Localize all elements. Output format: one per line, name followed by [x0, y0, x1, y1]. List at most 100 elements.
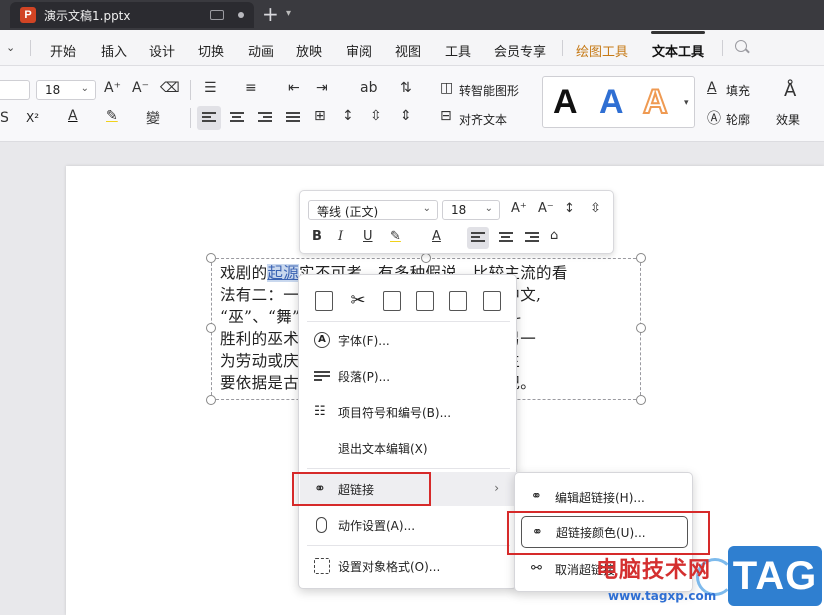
outdent-icon[interactable]: ⇤ — [288, 80, 300, 96]
context-menu: ✂ A 字体(F)... 段落(P)... ☷ 项目符号和编号(B)... 退出… — [298, 274, 517, 589]
bold-icon[interactable]: B — [312, 229, 322, 244]
text-direction-icon[interactable]: ab — [360, 80, 377, 96]
clipboard-icon-row: ✂ — [299, 283, 518, 323]
text-effect-label[interactable]: 效果 — [776, 111, 800, 128]
divider — [30, 40, 31, 56]
increase-font-icon[interactable]: A⁺ — [104, 80, 121, 96]
decrease-font-icon[interactable]: A⁻ — [538, 201, 554, 216]
text-fill-label[interactable]: 填充 — [726, 82, 750, 99]
copy-icon[interactable] — [315, 291, 333, 311]
menu-edit-hyperlink[interactable]: ⚭ 编辑超链接(H)... — [521, 481, 688, 513]
paste-text-only-icon[interactable] — [449, 291, 467, 311]
menu-membership[interactable]: 会员专享 — [494, 41, 546, 60]
resize-handle[interactable] — [206, 253, 216, 263]
watermark-site-name: 电脑技术网 — [596, 558, 712, 583]
sort-icon[interactable]: ⇅ — [400, 80, 412, 96]
chevron-down-icon[interactable]: ⌄ — [6, 41, 15, 54]
highlight-icon[interactable]: ✎ — [390, 229, 401, 244]
divider — [722, 40, 723, 56]
phonetic-icon[interactable]: 變 — [146, 108, 160, 128]
columns-icon[interactable]: ⊞ — [314, 108, 326, 124]
text-outline-label[interactable]: 轮廓 — [726, 111, 750, 128]
menu-slideshow[interactable]: 放映 — [296, 41, 322, 60]
font-size-select[interactable]: 18 ⌄ — [36, 80, 96, 100]
menu-bullets[interactable]: ☷ 项目符号和编号(B)... — [300, 395, 517, 429]
align-right-icon[interactable] — [525, 232, 539, 244]
menu-paragraph[interactable]: 段落(P)... — [300, 359, 517, 393]
text-style-orange-outline[interactable]: A — [642, 82, 669, 122]
indent-icon[interactable]: ⇥ — [316, 80, 328, 96]
paragraph-spacing-icon[interactable]: ⇳ — [370, 108, 382, 124]
annotation-box-hyperlink — [292, 472, 431, 506]
chevron-down-icon[interactable]: ▾ — [684, 98, 689, 108]
resize-handle[interactable] — [636, 253, 646, 263]
align-text-icon[interactable]: ⊟ — [440, 108, 452, 124]
menu-font[interactable]: A 字体(F)... — [300, 323, 517, 357]
highlight-icon[interactable]: ✎ — [106, 108, 118, 124]
align-right-icon[interactable] — [258, 112, 272, 124]
italic-icon[interactable]: I — [338, 229, 343, 244]
resize-handle[interactable] — [206, 395, 216, 405]
text-fill-icon[interactable]: A — [707, 80, 717, 96]
justify-icon[interactable] — [286, 112, 300, 124]
smart-shape-icon[interactable]: ◫ — [440, 80, 453, 96]
search-icon[interactable] — [735, 40, 747, 52]
increase-font-icon[interactable]: A⁺ — [511, 201, 527, 216]
align-left-button[interactable] — [197, 106, 221, 130]
menu-home[interactable]: 开始 — [50, 41, 76, 60]
numbered-list-icon[interactable]: ≡ — [245, 80, 257, 96]
menu-exit-edit[interactable]: 退出文本编辑(X) — [300, 431, 517, 465]
menu-tools[interactable]: 工具 — [445, 41, 471, 60]
text-outline-icon[interactable]: Ⓐ — [707, 108, 721, 128]
font-color-icon[interactable]: A — [432, 229, 441, 244]
resize-handle[interactable] — [636, 323, 646, 333]
menu-review[interactable]: 审阅 — [346, 41, 372, 60]
paste-icon[interactable] — [383, 291, 401, 311]
resize-handle[interactable] — [206, 323, 216, 333]
paste-special-icon[interactable] — [483, 291, 501, 311]
chevron-down-icon: ⌄ — [484, 203, 493, 214]
menu-action-settings[interactable]: 动作设置(A)... — [300, 508, 517, 542]
new-tab-button[interactable]: + — [262, 4, 279, 24]
paragraph-spacing-icon[interactable]: ⇳ — [590, 201, 601, 216]
text-effect-icon[interactable]: Å — [784, 80, 796, 101]
chevron-down-icon[interactable]: ▾ — [286, 8, 291, 19]
resize-handle[interactable] — [636, 395, 646, 405]
line-spacing-icon[interactable]: ↕ — [564, 201, 575, 216]
decrease-font-icon[interactable]: A⁻ — [132, 80, 149, 96]
text-style-blue[interactable]: A — [599, 83, 624, 121]
text-style-gallery: A A A — [542, 76, 695, 128]
strikethrough-icon[interactable]: S — [0, 110, 9, 126]
font-color-icon[interactable]: A — [68, 108, 78, 124]
clear-format-icon[interactable]: ⌂ — [550, 228, 558, 243]
align-left-button[interactable] — [467, 227, 489, 249]
align-center-icon[interactable] — [230, 112, 244, 124]
menu-text-tools[interactable]: 文本工具 — [652, 41, 704, 60]
font-name-select[interactable] — [0, 80, 30, 100]
align-text-label[interactable]: 对齐文本 — [459, 111, 507, 128]
paste-keep-format-icon[interactable] — [416, 291, 434, 311]
spacing-dropdown-icon[interactable]: ⇕ — [400, 108, 412, 124]
menu-drawing-tools[interactable]: 绘图工具 — [576, 41, 628, 60]
cut-icon[interactable]: ✂ — [349, 291, 367, 311]
document-tab-title: 演示文稿1.pptx — [44, 8, 131, 23]
align-center-icon[interactable] — [499, 232, 513, 244]
superscript-button[interactable]: X² — [26, 111, 39, 125]
menu-design[interactable]: 设计 — [149, 41, 175, 60]
mouse-icon — [316, 517, 327, 533]
bullet-list-icon[interactable]: ☰ — [204, 80, 217, 96]
smart-shape-label[interactable]: 转智能图形 — [459, 82, 519, 99]
mini-font-select[interactable]: 等线 (正文) ⌄ — [308, 200, 438, 220]
menu-insert[interactable]: 插入 — [101, 41, 127, 60]
menu-transitions[interactable]: 切换 — [198, 41, 224, 60]
menu-format-object[interactable]: 设置对象格式(O)... — [300, 549, 517, 583]
line-spacing-icon[interactable]: ↕ — [342, 108, 354, 124]
menu-animations[interactable]: 动画 — [248, 41, 274, 60]
monitor-icon[interactable] — [210, 10, 224, 20]
text-style-black[interactable]: A — [553, 83, 578, 121]
mini-size-select[interactable]: 18 ⌄ — [442, 200, 500, 220]
document-tab[interactable]: P 演示文稿1.pptx — [10, 2, 254, 28]
eraser-icon[interactable]: ⌫ — [160, 80, 180, 96]
menu-view[interactable]: 视图 — [395, 41, 421, 60]
underline-icon[interactable]: U — [363, 229, 373, 244]
